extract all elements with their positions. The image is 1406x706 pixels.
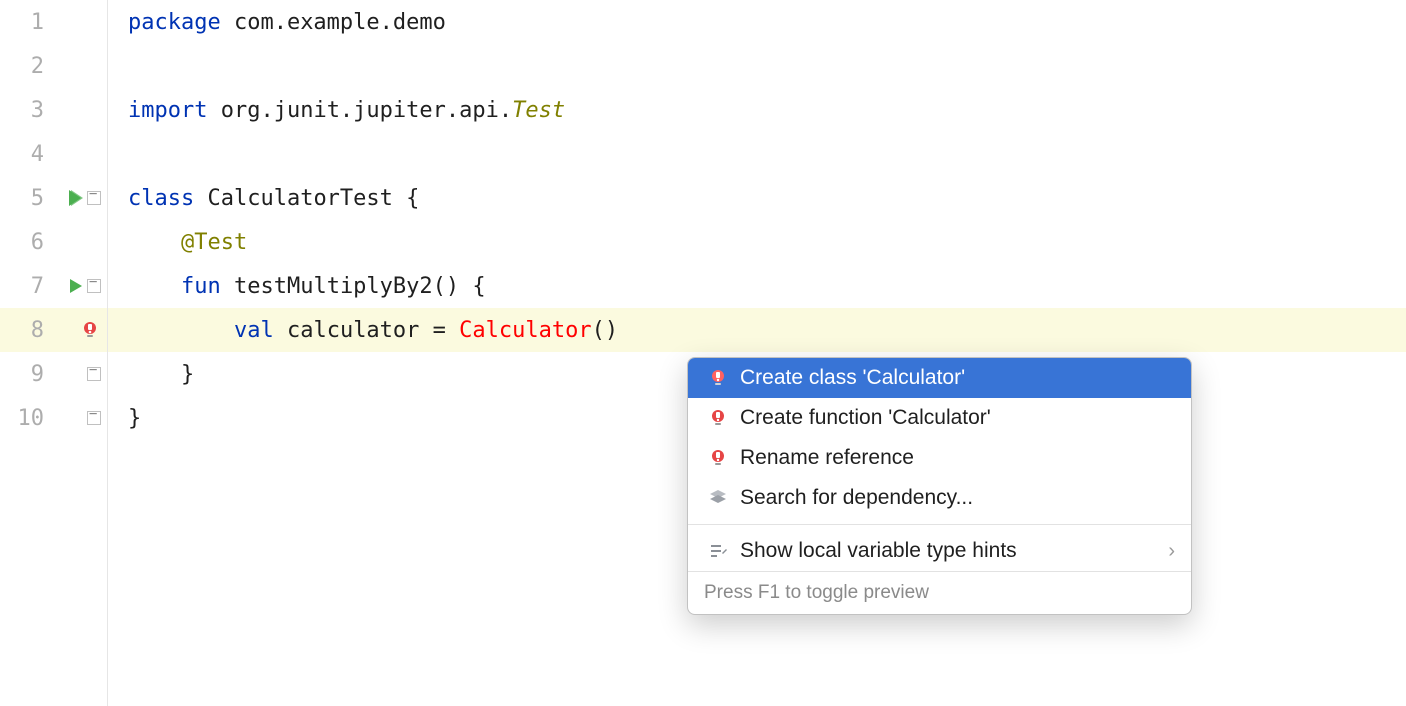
bulb-red-icon — [704, 448, 732, 468]
brace: } — [181, 362, 194, 387]
import-path: org.junit.jupiter.api. — [207, 98, 512, 123]
code-line[interactable] — [108, 44, 1406, 88]
intention-item-rename-reference[interactable]: Rename reference — [688, 438, 1191, 478]
intention-item-label: Show local variable type hints — [740, 539, 1168, 563]
package-name: com.example.demo — [221, 10, 446, 35]
line-number: 8 — [0, 318, 44, 343]
keyword: class — [128, 186, 194, 211]
function-name: testMultiplyBy2 — [221, 274, 433, 299]
keyword: package — [128, 10, 221, 35]
code-area[interactable]: package com.example.demo import org.juni… — [108, 0, 1406, 706]
run-test-icon[interactable] — [67, 277, 85, 295]
popup-separator — [688, 524, 1191, 525]
class-name: CalculatorTest — [194, 186, 406, 211]
code-line[interactable]: package com.example.demo — [108, 0, 1406, 44]
editor-marker-strip — [1402, 0, 1406, 706]
gutter-row: 7 — [0, 264, 107, 308]
fold-toggle-icon[interactable] — [87, 411, 101, 425]
intention-item-label: Search for dependency... — [740, 486, 1175, 510]
brace: { — [406, 186, 419, 211]
fold-toggle-icon[interactable] — [87, 279, 101, 293]
keyword: fun — [181, 274, 221, 299]
line-number: 3 — [0, 98, 44, 123]
brace: } — [128, 406, 141, 431]
intention-actions-popup: Create class 'Calculator' Create functio… — [687, 357, 1192, 615]
code-line[interactable]: @Test — [108, 220, 1406, 264]
gutter-row: 9 — [0, 352, 107, 396]
fold-toggle-icon[interactable] — [87, 191, 101, 205]
annotation: @Test — [181, 230, 247, 255]
gutter-row: 1 — [0, 0, 107, 44]
gutter-row: 8 — [0, 308, 107, 352]
line-number: 4 — [0, 142, 44, 167]
pencil-lines-icon — [704, 541, 732, 561]
intention-item-create-class[interactable]: Create class 'Calculator' — [688, 358, 1191, 398]
line-number: 9 — [0, 362, 44, 387]
keyword: val — [234, 318, 274, 343]
intention-item-label: Rename reference — [740, 446, 1175, 470]
code-line-active[interactable]: val calculator = Calculator() — [108, 308, 1406, 352]
fold-toggle-icon[interactable] — [87, 367, 101, 381]
unresolved-reference: Calculator — [459, 318, 591, 343]
import-class: Test — [512, 98, 565, 123]
chevron-right-icon: › — [1168, 540, 1175, 563]
line-number: 2 — [0, 54, 44, 79]
brace: { — [472, 274, 485, 299]
gutter-row: 5 — [0, 176, 107, 220]
gutter: 1 2 3 4 5 6 7 — [0, 0, 108, 706]
gutter-row: 4 — [0, 132, 107, 176]
variable-name: calculator — [274, 318, 433, 343]
bulb-red-icon — [704, 408, 732, 428]
code-line[interactable]: fun testMultiplyBy2() { — [108, 264, 1406, 308]
code-editor: 1 2 3 4 5 6 7 — [0, 0, 1406, 706]
line-number: 7 — [0, 274, 44, 299]
code-line[interactable]: import org.junit.jupiter.api.Test — [108, 88, 1406, 132]
gutter-row: 6 — [0, 220, 107, 264]
stack-icon — [704, 488, 732, 508]
intention-item-label: Create class 'Calculator' — [740, 366, 1175, 390]
gutter-row: 3 — [0, 88, 107, 132]
code-line[interactable] — [108, 132, 1406, 176]
keyword: import — [128, 98, 207, 123]
line-number: 6 — [0, 230, 44, 255]
bulb-red-icon — [704, 368, 732, 388]
code-line[interactable]: class CalculatorTest { — [108, 176, 1406, 220]
gutter-row: 10 — [0, 396, 107, 440]
intention-item-create-function[interactable]: Create function 'Calculator' — [688, 398, 1191, 438]
gutter-row: 2 — [0, 44, 107, 88]
run-class-icon[interactable] — [65, 188, 85, 208]
intention-item-search-dependency[interactable]: Search for dependency... — [688, 478, 1191, 518]
line-number: 10 — [0, 406, 44, 431]
popup-footer-hint: Press F1 to toggle preview — [688, 571, 1191, 614]
intention-item-label: Create function 'Calculator' — [740, 406, 1175, 430]
intention-item-type-hints[interactable]: Show local variable type hints › — [688, 531, 1191, 571]
error-bulb-icon[interactable] — [79, 319, 101, 341]
line-number: 1 — [0, 10, 44, 35]
line-number: 5 — [0, 186, 44, 211]
